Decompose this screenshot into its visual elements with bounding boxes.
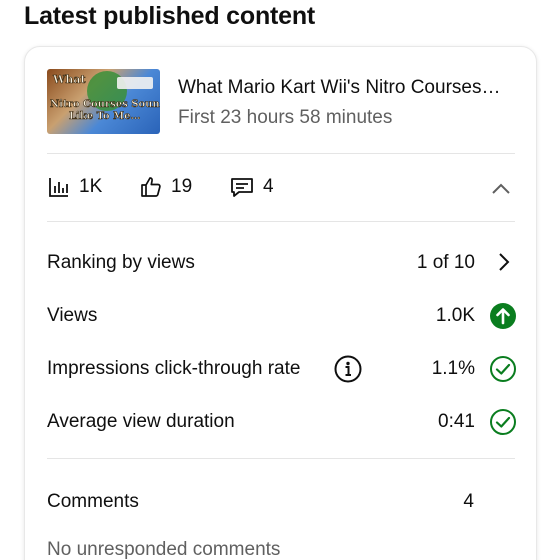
video-thumbnail[interactable]: What Nitro Courses Sound Like To Me… [47,69,160,134]
divider [47,153,515,154]
quick-stats-row: 1K 19 4 [47,169,517,209]
section-heading: Latest published content [24,2,316,30]
likes-count: 19 [171,176,193,197]
metric-value: 1 of 10 [416,252,475,273]
divider [47,458,515,459]
latest-content-card: What Nitro Courses Sound Like To Me… Wha… [24,46,537,560]
metric-value: 1.1% [431,358,475,379]
likes-stat: 19 [139,175,192,199]
comments-total: 4 [463,491,474,512]
views-stat: 1K [47,175,102,199]
metric-label: Impressions click-through rate [47,358,301,379]
video-time-window: First 23 hours 58 minutes [178,107,393,128]
metric-label: Views [47,305,98,326]
metric-row-ctr: Impressions click-through rate 1.1% [47,354,517,384]
metric-label: Average view duration [47,411,235,432]
info-icon[interactable] [333,354,363,390]
collapse-button[interactable] [489,177,513,206]
thumbs-up-icon [141,177,161,197]
comments-count: 4 [263,176,274,197]
arrow-up-circle-icon [489,302,517,336]
thumbnail-caption-1: What [52,73,86,86]
thumbnail-caption-3: Like To Me… [69,111,140,122]
comments-stat: 4 [229,175,274,199]
video-row[interactable]: What Nitro Courses Sound Like To Me… Wha… [47,69,517,137]
metric-row-ranking[interactable]: Ranking by views 1 of 10 [47,248,517,278]
metric-label: Ranking by views [47,252,195,273]
metric-value: 1.0K [435,305,475,326]
metric-value: 0:41 [438,411,475,432]
divider [47,221,515,222]
metric-row-views: Views 1.0K [47,301,517,331]
chevron-right-icon[interactable] [491,249,517,281]
views-count: 1K [79,176,103,197]
comments-label: Comments [47,491,139,512]
check-circle-icon [489,408,517,442]
check-circle-icon [489,355,517,389]
comment-icon [231,178,253,197]
bar-chart-icon [49,178,68,197]
video-title[interactable]: What Mario Kart Wii's Nitro Courses… [178,77,500,99]
thumbnail-caption-2: Nitro Courses Sound [50,99,160,110]
chevron-up-icon [492,183,510,194]
metric-row-avg-duration: Average view duration 0:41 [47,407,517,437]
unresponded-status: No unresponded comments [47,539,281,560]
